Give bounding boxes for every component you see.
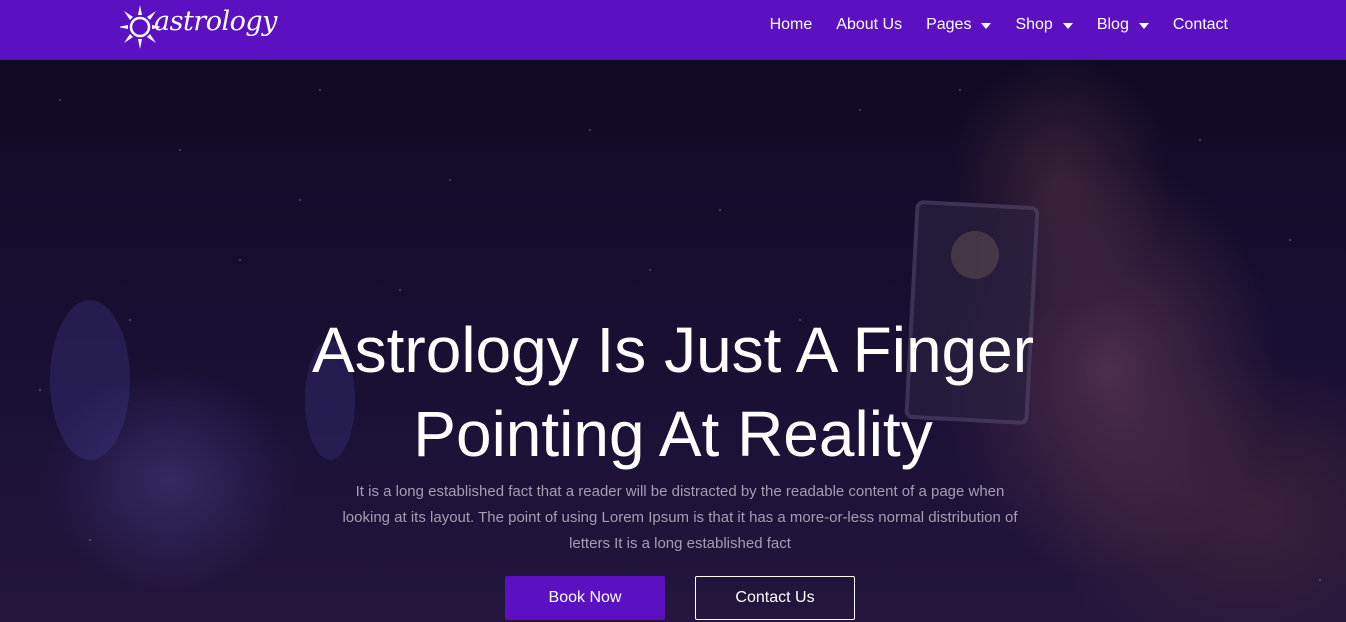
hero-description: It is a long established fact that a rea…	[342, 483, 1018, 552]
nav-label: Shop	[1015, 16, 1053, 33]
book-now-button[interactable]: Book Now	[505, 576, 665, 620]
chevron-down-icon	[1062, 23, 1073, 29]
contact-us-button[interactable]: Contact Us	[695, 576, 855, 620]
nav-label: Blog	[1096, 16, 1129, 33]
hero-title-line-1: Astrology Is Just A Finger	[311, 314, 1035, 386]
hero-section: Astrology Is Just A Finger Pointing At R…	[0, 60, 1346, 622]
nav-item-pages[interactable]: Pages	[926, 16, 992, 34]
main-nav: Home About Us Pages Shop Blog Contact	[746, 0, 1228, 50]
chevron-down-icon	[981, 23, 992, 29]
nav-label: Pages	[926, 16, 972, 33]
nav-label: Home	[769, 16, 813, 33]
logo-text: astrology	[154, 6, 277, 37]
nav-item-shop[interactable]: Shop	[1015, 16, 1073, 34]
nav-label: Contact	[1172, 16, 1228, 33]
nav-item-blog[interactable]: Blog	[1097, 16, 1149, 34]
nav-item-contact[interactable]: Contact	[1173, 16, 1228, 34]
nav-item-home[interactable]: Home	[770, 16, 813, 34]
hero-title: Astrology Is Just A Finger Pointing At R…	[0, 308, 1346, 476]
nav-label: About Us	[836, 16, 903, 33]
site-logo[interactable]: astrology	[120, 2, 277, 52]
nav-item-about-us[interactable]: About Us	[836, 16, 902, 34]
chevron-down-icon	[1138, 23, 1149, 29]
navbar: astrology Home About Us Pages Shop Blog …	[0, 0, 1346, 60]
hero-title-line-2: Pointing At Reality	[413, 398, 933, 470]
